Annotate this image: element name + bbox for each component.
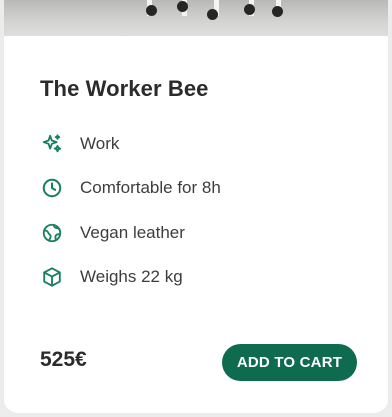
clock-icon (40, 176, 64, 200)
add-to-cart-button[interactable]: ADD TO CART (222, 344, 357, 381)
feature-weight: Weighs 22 kg (40, 263, 183, 291)
product-title: The Worker Bee (40, 76, 209, 101)
feature-label: Comfortable for 8h (80, 178, 221, 197)
product-image[interactable] (4, 0, 388, 36)
feature-material: Vegan leather (40, 219, 185, 247)
feature-comfort: Comfortable for 8h (40, 174, 221, 202)
product-price: 525€ (40, 348, 87, 371)
sparkle-icon (40, 132, 64, 156)
chair-wheel (244, 4, 255, 15)
feature-work: Work (40, 130, 119, 158)
globe-icon (40, 221, 64, 245)
chair-wheel (207, 9, 218, 20)
box-icon (40, 265, 64, 289)
feature-label: Work (80, 134, 120, 153)
chair-wheel (272, 6, 283, 17)
feature-label: Weighs 22 kg (80, 267, 183, 286)
chair-wheel (177, 1, 188, 12)
chair-wheel (146, 5, 157, 16)
feature-label: Vegan leather (80, 223, 185, 242)
product-card: The Worker Bee Work Comfortable for 8h V… (4, 0, 388, 413)
